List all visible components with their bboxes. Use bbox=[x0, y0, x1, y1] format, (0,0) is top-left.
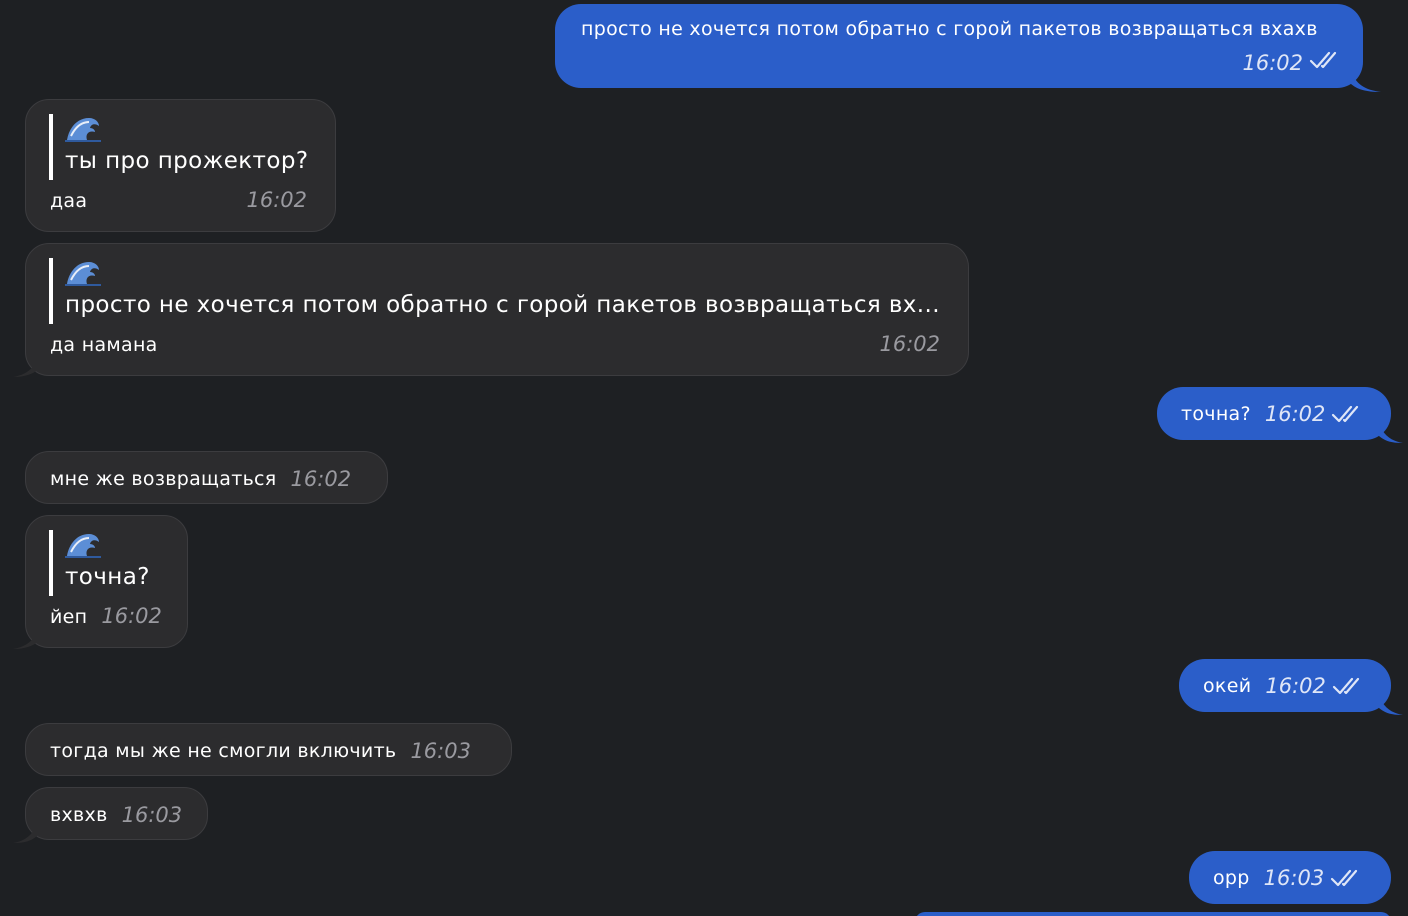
reply-quote-text: просто не хочется потом обратно с горой … bbox=[65, 292, 940, 318]
wave-emoji-icon bbox=[65, 118, 101, 142]
message-bubble[interactable]: вхвхв 16:03 bbox=[25, 787, 208, 840]
double-check-icon bbox=[1332, 677, 1359, 694]
message-time: 16:02 bbox=[246, 188, 307, 212]
bubble-tail bbox=[13, 823, 37, 843]
message-bubble[interactable]: просто не хочется потом обратно с горой … bbox=[555, 4, 1363, 88]
bubble-tail bbox=[1379, 695, 1403, 715]
message-time: 16:02 bbox=[1242, 51, 1303, 75]
message-bubble[interactable]: орр 16:03 bbox=[1189, 851, 1391, 904]
message-text: орр bbox=[1213, 866, 1250, 889]
reply-quote[interactable]: ты про прожектор? bbox=[49, 114, 311, 180]
message-bubble[interactable]: ты про прожектор? даа 16:02 bbox=[25, 99, 336, 232]
message-time: 16:02 bbox=[290, 466, 352, 491]
message-outgoing[interactable]: окей 16:02 bbox=[1179, 659, 1403, 715]
message-time: 16:03 bbox=[1263, 865, 1325, 890]
bubble-tail bbox=[1351, 70, 1381, 92]
message-bubble[interactable]: мне же возвращаться 16:02 bbox=[25, 451, 388, 504]
message-time: 16:02 bbox=[101, 604, 162, 628]
message-bubble[interactable]: тогда мы же не смогли включить 16:03 bbox=[25, 723, 512, 776]
message-incoming[interactable]: просто не хочется потом обратно с горой … bbox=[13, 243, 969, 377]
bubble-tail bbox=[1379, 423, 1403, 443]
double-check-icon bbox=[1309, 51, 1337, 69]
wave-emoji-icon bbox=[65, 262, 101, 286]
reply-quote-text: ты про прожектор? bbox=[65, 148, 309, 174]
bubble-tail bbox=[13, 627, 39, 649]
message-bubble[interactable]: окей 16:02 bbox=[1179, 659, 1391, 712]
message-text: мне же возвращаться bbox=[50, 467, 277, 490]
wave-emoji-icon bbox=[65, 534, 101, 558]
message-outgoing[interactable]: точна? 16:02 bbox=[1157, 387, 1403, 443]
reply-quote-text: точна? bbox=[65, 564, 150, 590]
message-time: 16:02 bbox=[1265, 673, 1326, 698]
chat-history[interactable]: просто не хочется потом обратно с горой … bbox=[0, 0, 1408, 916]
message-outgoing-partial[interactable] bbox=[915, 912, 1391, 916]
bubble-tail bbox=[13, 355, 39, 377]
message-time: 16:02 bbox=[879, 332, 940, 356]
double-check-icon bbox=[1331, 869, 1358, 886]
message-text: окей bbox=[1203, 674, 1252, 697]
reply-quote[interactable]: просто не хочется потом обратно с горой … bbox=[49, 258, 944, 324]
message-incoming[interactable]: точна? йеп 16:02 bbox=[13, 515, 188, 649]
message-text: тогда мы же не смогли включить bbox=[50, 739, 397, 762]
message-text: вхвхв bbox=[50, 803, 108, 826]
message-text: просто не хочется потом обратно с горой … bbox=[581, 18, 1318, 40]
double-check-icon bbox=[1332, 405, 1359, 422]
message-incoming[interactable]: ты про прожектор? даа 16:02 bbox=[25, 99, 336, 232]
message-time: 16:03 bbox=[410, 738, 471, 763]
message-incoming[interactable]: мне же возвращаться 16:02 bbox=[25, 451, 388, 504]
message-time: 16:02 bbox=[1264, 401, 1326, 426]
message-bubble[interactable]: просто не хочется потом обратно с горой … bbox=[25, 243, 969, 376]
message-text: да намана bbox=[50, 334, 158, 356]
message-outgoing[interactable]: просто не хочется потом обратно с горой … bbox=[555, 4, 1381, 92]
message-outgoing[interactable]: орр 16:03 bbox=[1189, 851, 1391, 904]
reply-quote[interactable]: точна? bbox=[49, 530, 163, 596]
message-bubble[interactable]: точна? йеп 16:02 bbox=[25, 515, 188, 648]
message-incoming[interactable]: тогда мы же не смогли включить 16:03 bbox=[25, 723, 512, 776]
message-text: даа bbox=[50, 190, 88, 212]
message-text: йеп bbox=[50, 606, 88, 628]
message-text: точна? bbox=[1181, 402, 1251, 425]
message-incoming[interactable]: вхвхв 16:03 bbox=[13, 787, 208, 843]
message-time: 16:03 bbox=[121, 802, 183, 827]
message-bubble[interactable]: точна? 16:02 bbox=[1157, 387, 1391, 440]
